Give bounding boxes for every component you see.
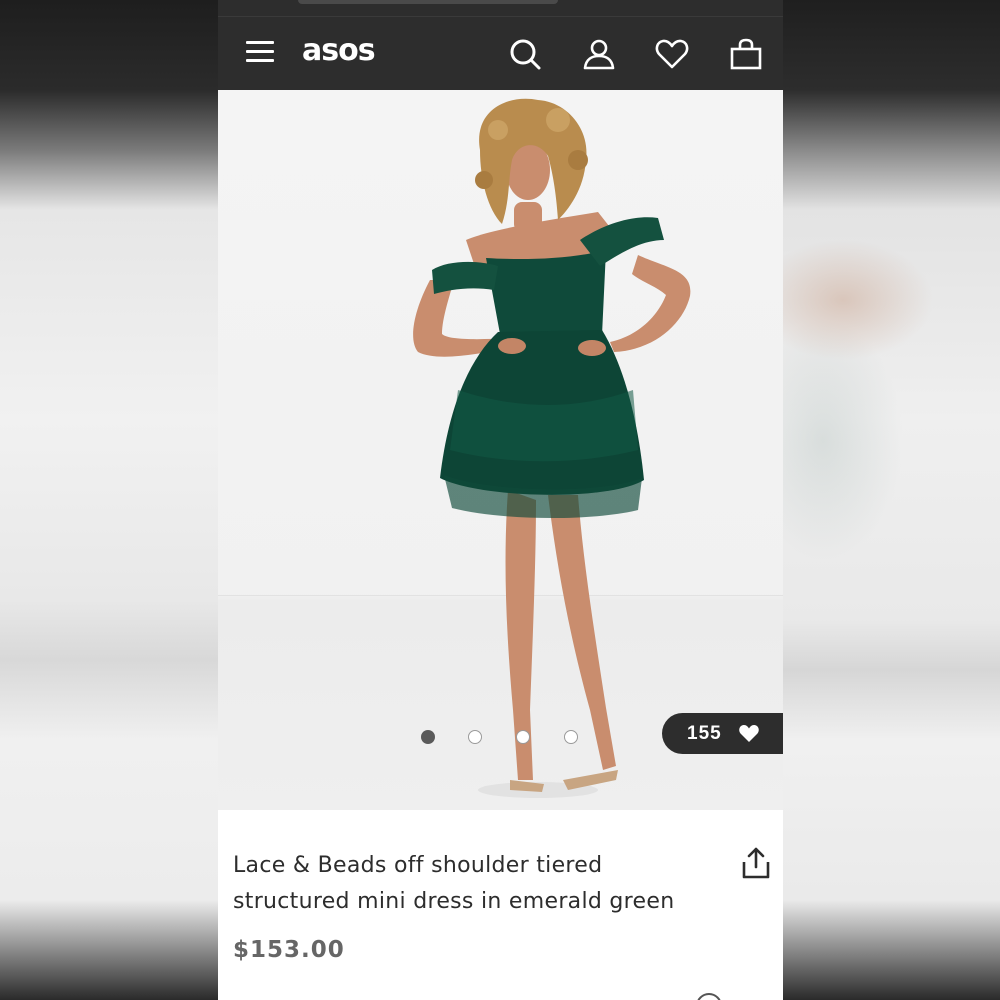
url-bar-edge	[298, 0, 558, 4]
blurred-background-right	[783, 0, 1000, 1000]
product-price: $153.00	[233, 937, 345, 963]
phone-screen: asos 155 Lace & Beads off shoulder tiere…	[218, 0, 783, 1000]
likes-count: 155	[687, 723, 722, 744]
model-illustration	[413, 98, 691, 798]
heart-icon	[739, 724, 759, 742]
carousel-dot-2[interactable]	[468, 730, 482, 744]
site-header: asos	[218, 16, 783, 91]
partial-icon	[696, 993, 722, 1000]
product-details: Lace & Beads off shoulder tiered structu…	[218, 810, 783, 1000]
carousel-dot-1[interactable]	[421, 730, 435, 744]
hamburger-menu-icon[interactable]	[246, 39, 274, 65]
heart-icon[interactable]	[655, 37, 689, 71]
shopping-bag-icon[interactable]	[729, 37, 763, 71]
carousel-dot-4[interactable]	[564, 730, 578, 744]
share-icon[interactable]	[741, 846, 771, 880]
asos-logo[interactable]: asos	[302, 33, 376, 68]
account-icon[interactable]	[582, 37, 616, 71]
carousel-dot-3[interactable]	[516, 730, 530, 744]
search-icon[interactable]	[508, 37, 542, 71]
status-bar	[218, 0, 783, 16]
product-image[interactable]: 155	[218, 90, 783, 810]
save-for-later-button[interactable]: 155	[662, 713, 783, 754]
product-title: Lace & Beads off shoulder tiered structu…	[233, 853, 675, 914]
